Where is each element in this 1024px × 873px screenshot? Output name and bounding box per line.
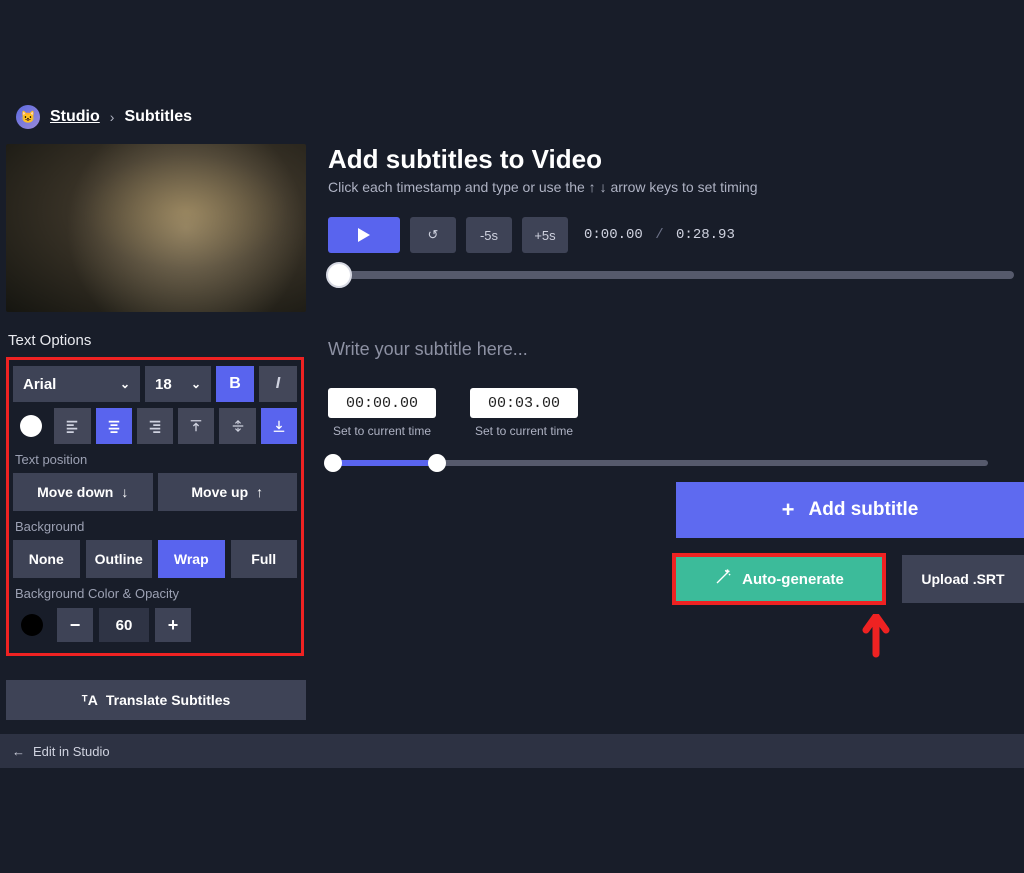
plus-icon: + (782, 497, 795, 523)
app-logo: 😺 (16, 105, 40, 129)
plus-5s-button[interactable]: +5s (522, 217, 568, 253)
font-size-value: 18 (155, 376, 172, 393)
annotation-arrow-icon (858, 614, 894, 675)
playback-timeline[interactable] (328, 271, 1014, 279)
translate-label: Translate Subtitles (106, 692, 230, 708)
rewind-button[interactable]: ↺ (410, 217, 456, 253)
bg-color-picker[interactable] (13, 607, 51, 643)
arrow-down-icon: ↓ (121, 484, 128, 500)
valign-middle-button[interactable] (219, 408, 255, 444)
video-preview[interactable] (6, 144, 306, 312)
opacity-increase-button[interactable]: + (155, 608, 191, 642)
play-button[interactable] (328, 217, 400, 253)
opacity-decrease-button[interactable]: − (57, 608, 93, 642)
translate-subtitles-button[interactable]: ᵀA Translate Subtitles (6, 680, 306, 720)
font-select-value: Arial (23, 376, 56, 393)
breadcrumb: 😺 Studio › Subtitles (0, 105, 1024, 129)
align-center-button[interactable] (96, 408, 132, 444)
move-down-label: Move down (37, 484, 113, 500)
wand-icon (714, 568, 732, 590)
playback-time: 0:00.00 / 0:28.93 (584, 227, 735, 243)
subtitle-range-slider[interactable] (328, 460, 988, 466)
move-up-button[interactable]: Move up ↑ (158, 473, 298, 511)
bg-none-button[interactable]: None (13, 540, 80, 578)
chevron-down-icon: ⌄ (191, 377, 201, 391)
text-color-picker[interactable] (13, 408, 49, 444)
italic-button[interactable]: I (259, 366, 297, 402)
subtitle-input[interactable]: Write your subtitle here... (328, 339, 968, 360)
auto-generate-label: Auto-generate (742, 571, 844, 588)
end-set-current-label[interactable]: Set to current time (475, 424, 573, 438)
align-right-button[interactable] (137, 408, 173, 444)
arrow-up-icon: ↑ (256, 484, 263, 500)
upload-srt-button[interactable]: Upload .SRT (902, 555, 1024, 603)
breadcrumb-separator: › (110, 109, 115, 125)
range-end-knob[interactable] (428, 454, 446, 472)
text-options-heading: Text Options (8, 332, 304, 349)
bg-full-button[interactable]: Full (231, 540, 298, 578)
bg-outline-button[interactable]: Outline (86, 540, 153, 578)
chevron-down-icon: ⌄ (120, 377, 130, 391)
opacity-value: 60 (99, 608, 149, 642)
bg-color-opacity-heading: Background Color & Opacity (15, 586, 297, 601)
add-subtitle-button[interactable]: + Add subtitle (676, 482, 1024, 538)
translate-icon: ᵀA (82, 692, 98, 708)
range-start-knob[interactable] (324, 454, 342, 472)
sidebar: Text Options Arial ⌄ 18 ⌄ B I (0, 144, 310, 720)
auto-generate-button[interactable]: Auto-generate (674, 555, 884, 603)
breadcrumb-current: Subtitles (124, 108, 192, 126)
footer-bar: ← Edit in Studio (0, 734, 1024, 768)
text-options-panel: Arial ⌄ 18 ⌄ B I (6, 357, 304, 656)
page-title: Add subtitles to Video (328, 144, 1014, 175)
time-separator: / (655, 227, 663, 243)
total-time: 0:28.93 (676, 227, 735, 243)
font-size-select[interactable]: 18 ⌄ (145, 366, 211, 402)
move-down-button[interactable]: Move down ↓ (13, 473, 153, 511)
valign-bottom-button[interactable] (261, 408, 297, 444)
page-subtitle: Click each timestamp and type or use the… (328, 179, 1014, 195)
font-select[interactable]: Arial ⌄ (13, 366, 140, 402)
move-up-label: Move up (191, 484, 248, 500)
minus-5s-button[interactable]: -5s (466, 217, 512, 253)
back-arrow-icon[interactable]: ← (12, 744, 25, 759)
range-fill (328, 460, 436, 466)
bg-wrap-button[interactable]: Wrap (158, 540, 225, 578)
breadcrumb-studio[interactable]: Studio (50, 108, 100, 126)
text-position-heading: Text position (15, 452, 297, 467)
main-content: Add subtitles to Video Click each timest… (310, 144, 1024, 720)
start-timestamp-input[interactable]: 00:00.00 (328, 388, 436, 418)
current-time: 0:00.00 (584, 227, 643, 243)
align-left-button[interactable] (54, 408, 90, 444)
playback-controls: ↺ -5s +5s 0:00.00 / 0:28.93 (328, 217, 1014, 253)
edit-in-studio-link[interactable]: Edit in Studio (33, 744, 110, 759)
bold-button[interactable]: B (216, 366, 254, 402)
end-timestamp-input[interactable]: 00:03.00 (470, 388, 578, 418)
valign-top-button[interactable] (178, 408, 214, 444)
background-heading: Background (15, 519, 297, 534)
timeline-knob[interactable] (326, 262, 352, 288)
play-icon (358, 228, 370, 242)
add-subtitle-label: Add subtitle (809, 499, 919, 521)
start-set-current-label[interactable]: Set to current time (333, 424, 431, 438)
